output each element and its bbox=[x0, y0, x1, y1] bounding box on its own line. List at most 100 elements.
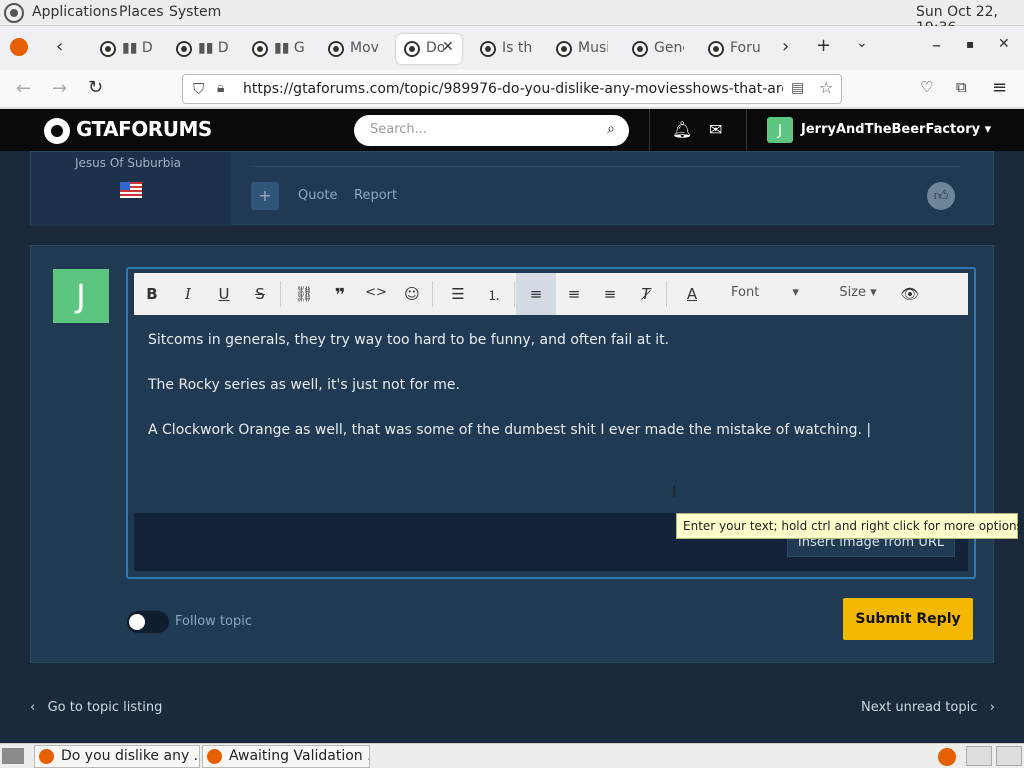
next-unread-topic-link[interactable]: Next unread topic › bbox=[861, 700, 995, 715]
member-title: Jesus Of Suburbia bbox=[75, 156, 182, 170]
reply-avatar: J bbox=[53, 269, 109, 323]
quote-icon[interactable]: ❞ bbox=[328, 285, 352, 306]
workspace-1[interactable] bbox=[966, 746, 992, 766]
text-cursor-icon: I bbox=[672, 482, 677, 501]
firefox-icon[interactable] bbox=[10, 38, 28, 56]
notifications-bell-icon[interactable]: 🔔︎ bbox=[672, 120, 692, 139]
align-left-icon[interactable]: ≡ bbox=[516, 273, 556, 315]
numbered-list-icon[interactable]: ⒈ bbox=[482, 285, 506, 304]
reload-icon[interactable]: ↻ bbox=[88, 77, 103, 98]
align-right-icon[interactable]: ≡ bbox=[598, 285, 622, 303]
user-menu[interactable]: JerryAndTheBeerFactory ▾ bbox=[801, 122, 991, 137]
previous-post: Jesus Of Suburbia + Quote Report 👍︎ bbox=[30, 151, 994, 226]
link-icon[interactable]: ⛓ bbox=[292, 285, 316, 303]
editor-line: The Rocky series as well, it's just not … bbox=[148, 377, 460, 393]
firefox-icon bbox=[39, 749, 54, 764]
post-divider bbox=[253, 166, 961, 167]
show-desktop-icon[interactable] bbox=[2, 748, 24, 764]
toolbar-divider bbox=[280, 281, 281, 307]
follow-topic-toggle[interactable] bbox=[127, 611, 169, 633]
taskbar-item-0[interactable]: Do you dislike any ... bbox=[34, 745, 200, 768]
shield-icon[interactable]: ⛉ bbox=[193, 80, 204, 98]
close-window-icon[interactable]: ✕ bbox=[998, 36, 1010, 52]
header-divider bbox=[746, 109, 747, 151]
header-divider bbox=[649, 109, 650, 151]
code-icon[interactable]: <> bbox=[364, 285, 388, 300]
gtaforums-favicon-icon bbox=[556, 41, 572, 57]
url-text[interactable]: https://gtaforums.com/topic/989976-do-yo… bbox=[243, 81, 783, 97]
toolbar-divider bbox=[666, 281, 667, 307]
tab-scroll-left-icon[interactable]: ‹ bbox=[56, 36, 63, 57]
places-menu[interactable]: Places bbox=[119, 4, 164, 20]
tab-6[interactable]: Musi bbox=[548, 34, 620, 64]
search-input[interactable]: Search... ⌕ bbox=[354, 115, 629, 146]
taskbar-item-1[interactable]: Awaiting Validation ... bbox=[202, 745, 370, 768]
page-content: GTAFORUMS Search... ⌕ 🔔︎ ✉ J JerryAndThe… bbox=[0, 109, 1024, 743]
back-icon[interactable]: ← bbox=[16, 78, 31, 99]
text-color-icon[interactable]: A bbox=[680, 285, 704, 303]
remove-format-icon[interactable]: T̷ bbox=[634, 285, 658, 303]
report-button[interactable]: Report bbox=[354, 188, 397, 203]
size-dropdown[interactable]: Size ▾ bbox=[828, 285, 888, 300]
taskbar: Do you dislike any ... Awaiting Validati… bbox=[0, 743, 1024, 768]
system-menu[interactable]: System bbox=[169, 4, 221, 20]
go-to-topic-listing-link[interactable]: ‹ Go to topic listing bbox=[30, 700, 162, 715]
submit-reply-button[interactable]: Submit Reply bbox=[843, 598, 973, 640]
pocket-icon[interactable]: ♡ bbox=[920, 78, 933, 96]
lock-icon[interactable]: 🔒︎ bbox=[217, 80, 224, 96]
maximize-icon[interactable]: ▪ bbox=[966, 37, 974, 51]
forward-icon[interactable]: → bbox=[52, 78, 67, 99]
menu-icon[interactable]: ≡ bbox=[992, 77, 1007, 98]
underline-button[interactable]: U bbox=[212, 285, 236, 303]
gnome-foot-icon[interactable] bbox=[4, 3, 24, 23]
messages-envelope-icon[interactable]: ✉ bbox=[709, 120, 722, 139]
new-tab-icon[interactable]: + bbox=[816, 35, 831, 56]
tab-0[interactable]: ▮▮ Du bbox=[92, 34, 164, 64]
top-panel: Applications Places System Sun Oct 22, 1… bbox=[0, 0, 1024, 36]
bold-button[interactable]: B bbox=[140, 285, 164, 303]
reply-box: J B I U S ⛓ ❞ <> ☺ ☰ ⒈ ≡ ≡ ≡ T̷ A Font ▾… bbox=[30, 245, 994, 663]
list-all-tabs-icon[interactable]: ⌄ bbox=[856, 35, 868, 51]
extensions-icon[interactable]: ⧉ bbox=[956, 78, 967, 96]
workspace-2[interactable] bbox=[996, 746, 1022, 766]
post-author-panel: Jesus Of Suburbia bbox=[31, 152, 231, 226]
tab-2[interactable]: ▮▮ GT bbox=[244, 34, 316, 64]
us-flag-icon bbox=[120, 182, 142, 198]
bulleted-list-icon[interactable]: ☰ bbox=[446, 285, 470, 303]
align-center-icon[interactable]: ≡ bbox=[562, 285, 586, 303]
tab-4-active[interactable]: Do ✕ bbox=[396, 34, 462, 64]
reader-view-icon[interactable]: ▤ bbox=[791, 80, 804, 96]
search-icon[interactable]: ⌕ bbox=[607, 121, 615, 137]
bookmark-star-icon[interactable]: ☆ bbox=[819, 78, 833, 97]
firefox-icon bbox=[207, 749, 222, 764]
minimize-icon[interactable]: – bbox=[932, 35, 941, 56]
gtaforums-favicon-icon bbox=[480, 41, 496, 57]
tab-3[interactable]: Movi bbox=[320, 34, 392, 64]
tab-7[interactable]: Gene bbox=[624, 34, 696, 64]
tab-1[interactable]: ▮▮ Du bbox=[168, 34, 240, 64]
multiquote-plus-button[interactable]: + bbox=[251, 182, 279, 210]
italic-button[interactable]: I bbox=[176, 285, 200, 303]
url-bar[interactable]: ⛉ 🔒︎ https://gtaforums.com/topic/989976-… bbox=[182, 74, 842, 104]
search-placeholder: Search... bbox=[370, 122, 428, 137]
gtaforums-favicon-icon bbox=[252, 41, 268, 57]
emoji-icon[interactable]: ☺ bbox=[400, 285, 424, 303]
editor-toolbar: B I U S ⛓ ❞ <> ☺ ☰ ⒈ ≡ ≡ ≡ T̷ A Font ▾ S… bbox=[134, 273, 968, 315]
strikethrough-button[interactable]: S bbox=[248, 285, 272, 303]
quote-button[interactable]: Quote bbox=[298, 188, 338, 203]
close-tab-icon[interactable]: ✕ bbox=[442, 39, 454, 55]
preview-eye-icon[interactable]: 👁︎ bbox=[898, 285, 922, 303]
font-dropdown[interactable]: Font ▾ bbox=[710, 285, 820, 300]
site-logo[interactable]: GTAFORUMS bbox=[44, 117, 212, 144]
tab-5[interactable]: Is the bbox=[472, 34, 544, 64]
applications-menu[interactable]: Applications bbox=[32, 4, 118, 20]
gtaforums-favicon-icon bbox=[708, 41, 724, 57]
user-avatar[interactable]: J bbox=[767, 117, 793, 143]
toolbar-divider bbox=[432, 281, 433, 307]
tab-scroll-right-icon[interactable]: › bbox=[782, 36, 789, 57]
like-reaction-icon[interactable]: 👍︎ bbox=[927, 182, 955, 210]
tab-8[interactable]: Foru bbox=[700, 34, 766, 64]
tray-firefox-icon[interactable] bbox=[938, 748, 956, 766]
gtaforums-logo-icon bbox=[44, 117, 70, 144]
nav-bar: ← → ↻ ⛉ 🔒︎ https://gtaforums.com/topic/9… bbox=[0, 70, 1024, 108]
